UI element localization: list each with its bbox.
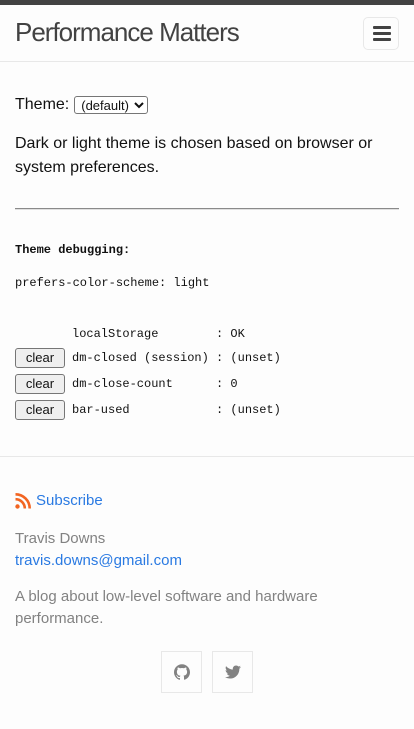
debug-title: Theme debugging: bbox=[15, 243, 131, 257]
clear-dm-closed-button[interactable]: clear bbox=[15, 348, 65, 368]
debug-row-bar-used: clear bar-used : (unset) bbox=[15, 400, 281, 420]
subscribe-label: Subscribe bbox=[36, 492, 103, 509]
local-storage-readout: localStorage : OK bbox=[72, 327, 245, 341]
debug-row-text: bar-used : (unset) bbox=[72, 403, 281, 417]
clear-bar-used-button[interactable]: clear bbox=[15, 400, 65, 420]
prefers-color-scheme-readout: prefers-color-scheme: light bbox=[15, 276, 210, 290]
debug-row-dm-closed: clear dm-closed (session) : (unset) bbox=[15, 348, 281, 368]
twitter-icon bbox=[224, 665, 241, 679]
twitter-link[interactable] bbox=[212, 651, 253, 693]
theme-select[interactable]: (default) bbox=[74, 96, 149, 114]
rss-icon bbox=[15, 492, 31, 509]
github-icon bbox=[173, 664, 190, 680]
subscribe-link[interactable]: Subscribe bbox=[15, 492, 103, 509]
debug-row-text: dm-closed (session) : (unset) bbox=[72, 351, 281, 365]
theme-row: Theme: (default) bbox=[15, 95, 149, 115]
author-name: Travis Downs bbox=[15, 530, 106, 547]
site-header: Performance Matters bbox=[0, 5, 414, 62]
author-email-link[interactable]: travis.downs@gmail.com bbox=[15, 552, 182, 570]
divider bbox=[15, 208, 399, 210]
clear-dm-close-count-button[interactable]: clear bbox=[15, 374, 65, 394]
theme-label: Theme: bbox=[15, 96, 70, 113]
site-tagline: A blog about low-level software and hard… bbox=[15, 588, 318, 627]
debug-row-dm-close-count: clear dm-close-count : 0 bbox=[15, 374, 238, 394]
github-link[interactable] bbox=[161, 651, 202, 693]
menu-button[interactable] bbox=[363, 17, 399, 50]
footer-divider bbox=[0, 456, 414, 457]
theme-description: Dark or light theme is chosen based on b… bbox=[15, 135, 373, 176]
site-title[interactable]: Performance Matters bbox=[15, 17, 240, 47]
debug-row-text: dm-close-count : 0 bbox=[72, 377, 238, 391]
